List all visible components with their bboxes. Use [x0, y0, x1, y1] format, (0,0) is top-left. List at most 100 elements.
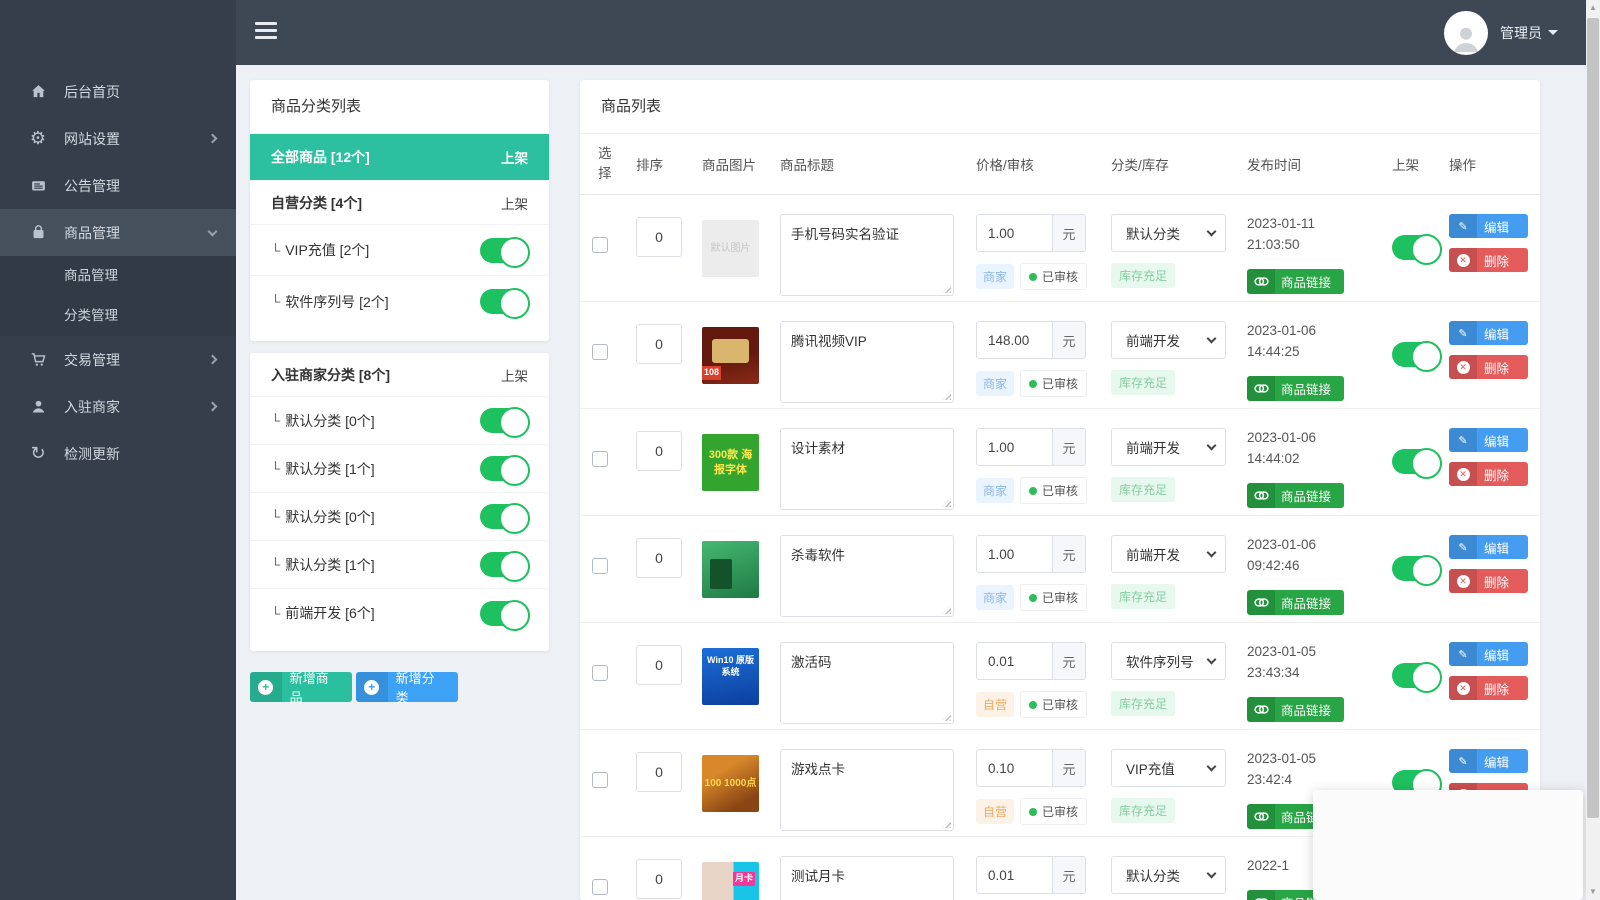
sidebar-subitem[interactable]: 分类管理	[0, 296, 236, 336]
sidebar-item-bag[interactable]: 商品管理	[0, 209, 236, 256]
product-link-button[interactable]: 商品链接	[1247, 590, 1344, 615]
sidebar-item-announcement[interactable]: 公告管理	[0, 162, 236, 209]
row-checkbox[interactable]	[592, 558, 608, 574]
sort-input[interactable]	[636, 538, 682, 578]
sort-input[interactable]	[636, 431, 682, 471]
row-checkbox[interactable]	[592, 344, 608, 360]
sidebar-item-refresh[interactable]: ↻ 检测更新	[0, 430, 236, 477]
scrollbar-thumb[interactable]	[1587, 18, 1599, 818]
category-row[interactable]: └ 默认分类 [0个]	[250, 493, 549, 541]
sort-input[interactable]	[636, 645, 682, 685]
category-select[interactable]: VIP充值	[1111, 749, 1226, 787]
row-checkbox[interactable]	[592, 451, 608, 467]
category-select[interactable]: 前端开发	[1111, 535, 1226, 573]
row-checkbox[interactable]	[592, 772, 608, 788]
edit-button[interactable]: ✎ 编辑	[1449, 428, 1528, 452]
delete-button[interactable]: ✕ 删除	[1449, 569, 1528, 593]
edit-button[interactable]: ✎ 编辑	[1449, 642, 1528, 666]
category-row[interactable]: └ 软件序列号 [2个]	[250, 276, 549, 327]
category-row[interactable]: 全部商品 [12个] 上架	[250, 134, 549, 181]
on-sale-toggle[interactable]	[1392, 235, 1440, 260]
category-toggle[interactable]	[480, 456, 528, 481]
edit-button[interactable]: ✎ 编辑	[1449, 749, 1528, 773]
category-select[interactable]: 前端开发	[1111, 321, 1226, 359]
product-link-button[interactable]: 商品链接	[1247, 376, 1344, 401]
sidebar-item-gear[interactable]: ⚙ 网站设置	[0, 115, 236, 162]
category-toggle[interactable]	[480, 552, 528, 577]
category-toggle[interactable]	[480, 289, 528, 314]
sidebar-item-home[interactable]: 后台首页	[0, 68, 236, 115]
product-link-button[interactable]: 商品链接	[1247, 697, 1344, 722]
category-row[interactable]: └ VIP充值 [2个]	[250, 225, 549, 276]
price-input-group[interactable]: 0.01 元	[976, 856, 1086, 894]
category-select[interactable]: 前端开发	[1111, 428, 1226, 466]
category-toggle[interactable]	[480, 408, 528, 433]
delete-button[interactable]: ✕ 删除	[1449, 676, 1528, 700]
price-value[interactable]: 148.00	[977, 322, 1052, 358]
product-title-textarea[interactable]: 设计素材	[780, 428, 954, 510]
category-select[interactable]: 默认分类	[1111, 856, 1226, 894]
sort-input[interactable]	[636, 324, 682, 364]
scroll-up-arrow-icon[interactable]: ▲	[1586, 0, 1600, 16]
plus-icon: +	[356, 672, 388, 702]
category-toggle[interactable]	[480, 601, 528, 626]
product-link-button[interactable]: 商品链接	[1247, 483, 1344, 508]
product-title-textarea[interactable]: 游戏点卡	[780, 749, 954, 831]
sort-input[interactable]	[636, 859, 682, 899]
delete-button[interactable]: ✕ 删除	[1449, 355, 1528, 379]
price-input-group[interactable]: 1.00 元	[976, 535, 1086, 573]
price-input-group[interactable]: 1.00 元	[976, 214, 1086, 252]
product-title-textarea[interactable]: 手机号码实名验证	[780, 214, 954, 296]
scrollbar[interactable]: ▲ ▼	[1586, 0, 1600, 900]
category-row[interactable]: 入驻商家分类 [8个] 上架	[250, 353, 549, 397]
category-row[interactable]: └ 前端开发 [6个]	[250, 589, 549, 637]
edit-button[interactable]: ✎ 编辑	[1449, 321, 1528, 345]
price-input-group[interactable]: 148.00 元	[976, 321, 1086, 359]
sidebar-item-cart[interactable]: 交易管理	[0, 336, 236, 383]
hamburger-menu-icon[interactable]	[255, 22, 277, 40]
delete-button[interactable]: ✕ 删除	[1449, 248, 1528, 272]
price-value[interactable]: 1.00	[977, 429, 1052, 465]
sidebar-item-merchant[interactable]: 入驻商家	[0, 383, 236, 430]
on-sale-toggle[interactable]	[1392, 663, 1440, 688]
price-value[interactable]: 0.10	[977, 750, 1052, 786]
row-checkbox[interactable]	[592, 879, 608, 895]
on-sale-toggle[interactable]	[1392, 556, 1440, 581]
row-checkbox[interactable]	[592, 665, 608, 681]
edit-button[interactable]: ✎ 编辑	[1449, 214, 1528, 238]
category-select[interactable]: 软件序列号	[1111, 642, 1226, 680]
on-sale-toggle[interactable]	[1392, 449, 1440, 474]
table-row: Win10 原版系统 激活码 0.01 元 自营 已审核 软件序列号	[580, 623, 1540, 730]
user-menu[interactable]: 管理员	[1444, 0, 1558, 65]
category-select[interactable]: 默认分类	[1111, 214, 1226, 252]
price-value[interactable]: 0.01	[977, 643, 1052, 679]
price-input-group[interactable]: 1.00 元	[976, 428, 1086, 466]
category-row[interactable]: └ 默认分类 [1个]	[250, 541, 549, 589]
price-value[interactable]: 1.00	[977, 215, 1052, 251]
sidebar-subitem[interactable]: 商品管理	[0, 256, 236, 296]
category-row[interactable]: └ 默认分类 [1个]	[250, 445, 549, 493]
edit-button[interactable]: ✎ 编辑	[1449, 535, 1528, 559]
row-checkbox[interactable]	[592, 237, 608, 253]
user-name[interactable]: 管理员	[1500, 23, 1558, 43]
add-category-button[interactable]: + 新增分类	[356, 672, 458, 702]
scroll-down-arrow-icon[interactable]: ▼	[1586, 884, 1600, 900]
category-row[interactable]: 自营分类 [4个] 上架	[250, 181, 549, 225]
price-value[interactable]: 0.01	[977, 857, 1052, 893]
product-title-textarea[interactable]: 测试月卡	[780, 856, 954, 900]
product-title-textarea[interactable]: 激活码	[780, 642, 954, 724]
price-input-group[interactable]: 0.01 元	[976, 642, 1086, 680]
category-toggle[interactable]	[480, 238, 528, 263]
on-sale-toggle[interactable]	[1392, 342, 1440, 367]
price-value[interactable]: 1.00	[977, 536, 1052, 572]
product-title-textarea[interactable]: 杀毒软件	[780, 535, 954, 617]
add-product-button[interactable]: + 新增商品	[250, 672, 352, 702]
category-row[interactable]: └ 默认分类 [0个]	[250, 397, 549, 445]
product-title-textarea[interactable]: 腾讯视频VIP	[780, 321, 954, 403]
delete-button[interactable]: ✕ 删除	[1449, 462, 1528, 486]
price-input-group[interactable]: 0.10 元	[976, 749, 1086, 787]
category-toggle[interactable]	[480, 504, 528, 529]
sort-input[interactable]	[636, 752, 682, 792]
sort-input[interactable]	[636, 217, 682, 257]
product-link-button[interactable]: 商品链接	[1247, 269, 1344, 294]
